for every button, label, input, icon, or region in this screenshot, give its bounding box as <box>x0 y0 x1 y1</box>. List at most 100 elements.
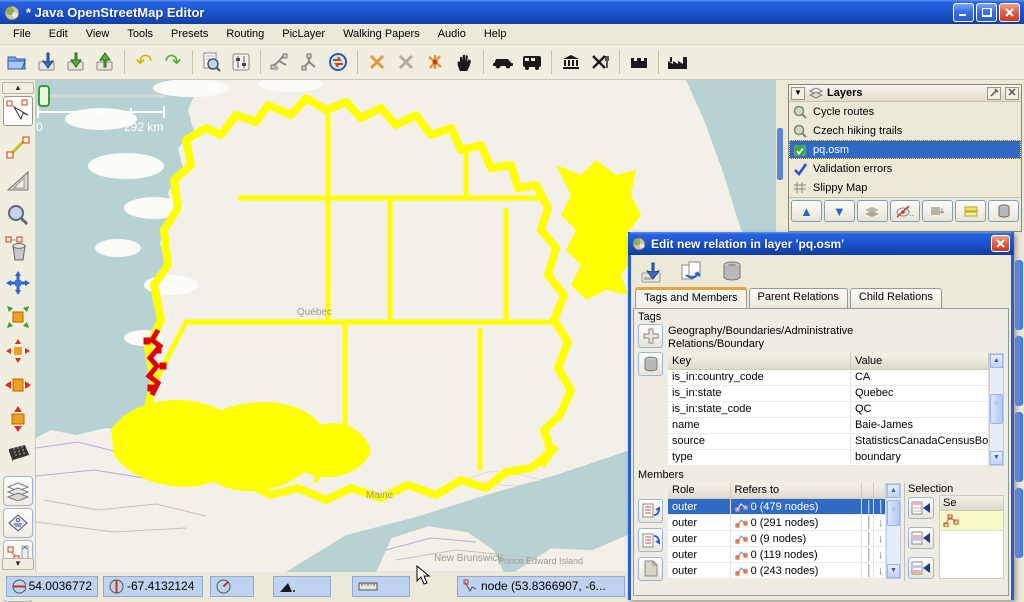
selection-way-cell[interactable] <box>940 511 1003 531</box>
angle-tool-button[interactable] <box>3 166 33 196</box>
layer-row-cycle-routes[interactable]: Cycle routes <box>789 102 1021 121</box>
layer-row-validation-errors[interactable]: Validation errors <box>789 159 1021 178</box>
selection-table[interactable]: Se <box>939 495 1004 579</box>
show-hide-button[interactable]: … <box>890 200 921 222</box>
redo-button[interactable]: ↷ <box>159 48 187 76</box>
collapsed-panel-strip[interactable] <box>1015 336 1023 406</box>
members-table-scrollbar[interactable]: ▲ ≡ ▼ <box>886 483 901 580</box>
add-selected-after-button[interactable] <box>908 557 934 579</box>
grid-tool-button[interactable] <box>3 438 33 468</box>
delete-tool-button[interactable] <box>3 234 33 264</box>
layer-row-czech-hiking[interactable]: Czech hiking trails <box>789 121 1021 140</box>
menu-piclayer[interactable]: PicLayer <box>273 25 334 43</box>
select-tool-button[interactable] <box>3 96 33 126</box>
undo-button[interactable]: ↶ <box>130 48 158 76</box>
member-row[interactable]: outer 0 (9 nodes)│↓ <box>668 531 885 547</box>
merge-layers-button[interactable] <box>857 200 888 222</box>
add-selected-at-start-button[interactable] <box>908 497 934 519</box>
download-button[interactable] <box>33 48 61 76</box>
tools-scroll-down-button[interactable]: ▼ <box>2 558 34 570</box>
move-node-tool-button[interactable] <box>3 336 33 366</box>
menu-presets[interactable]: Presets <box>162 25 217 43</box>
collapsed-panel-strip[interactable] <box>1015 488 1023 558</box>
bus-button[interactable] <box>518 48 546 76</box>
collapsed-panel-strip[interactable] <box>1015 260 1023 330</box>
tags-table[interactable]: KeyValue is_in:country_codeCA is_in:stat… <box>668 353 989 466</box>
menu-routing[interactable]: Routing <box>217 25 273 43</box>
tools-scroll-up-button[interactable]: ▲ <box>2 82 34 94</box>
zoom-tool-button[interactable] <box>3 200 33 230</box>
tags-table-scrollbar[interactable]: ▲ ≡ ▼ <box>989 353 1004 466</box>
scroll-down-arrow[interactable]: ▼ <box>990 451 1003 465</box>
layers-menu-button[interactable]: ▼ <box>791 87 805 100</box>
restaurant-button[interactable] <box>586 48 614 76</box>
layer-row-pq-osm[interactable]: pq.osm <box>789 140 1021 159</box>
tab-tags-and-members[interactable]: Tags and Members <box>635 287 747 308</box>
car-button[interactable] <box>489 48 517 76</box>
sticky-pin-button[interactable] <box>987 87 1001 100</box>
align-nodes-button[interactable] <box>392 48 420 76</box>
scale-tool-button[interactable] <box>3 302 33 332</box>
download-icon <box>640 261 664 283</box>
close-button[interactable] <box>999 3 1020 22</box>
tags-panel-toggle[interactable] <box>3 508 33 538</box>
minimize-button[interactable] <box>953 3 974 22</box>
layer-down-button[interactable]: ▼ <box>824 200 855 222</box>
tab-child-relations[interactable]: Child Relations <box>850 288 942 308</box>
add-tag-button[interactable] <box>638 324 663 348</box>
duplicate-relation-button[interactable] <box>677 258 707 286</box>
align-ways-button[interactable] <box>363 48 391 76</box>
add-selected-before-button[interactable] <box>908 527 934 549</box>
factory-button[interactable] <box>664 48 692 76</box>
move-tool-button[interactable] <box>3 268 33 298</box>
draw-tool-button[interactable] <box>3 132 33 162</box>
menu-walking-papers[interactable]: Walking Papers <box>334 25 429 43</box>
layers-panel-toggle[interactable] <box>3 476 33 506</box>
hand-button[interactable] <box>450 48 478 76</box>
preferences-button[interactable] <box>227 48 255 76</box>
scale-horizontal-tool-button[interactable] <box>3 370 33 400</box>
delete-tag-button[interactable] <box>638 352 663 376</box>
combine-way-button[interactable] <box>266 48 294 76</box>
layer-up-button[interactable]: ▲ <box>791 200 822 222</box>
layers-close-button[interactable] <box>1005 87 1019 100</box>
delete-layer-button[interactable] <box>988 200 1019 222</box>
apply-download-button[interactable] <box>637 258 667 286</box>
menu-file[interactable]: File <box>4 25 40 43</box>
tab-parent-relations[interactable]: Parent Relations <box>749 288 848 308</box>
scroll-up-arrow[interactable]: ▲ <box>887 484 900 498</box>
menu-tools[interactable]: Tools <box>118 25 162 43</box>
distribute-nodes-button[interactable] <box>421 48 449 76</box>
menu-edit[interactable]: Edit <box>40 25 77 43</box>
duplicate-layer-button[interactable] <box>955 200 986 222</box>
save-button[interactable] <box>62 48 90 76</box>
maximize-button[interactable] <box>976 3 997 22</box>
open-button[interactable] <box>4 48 32 76</box>
merge-nodes-button[interactable] <box>295 48 323 76</box>
delete-relation-button[interactable] <box>717 258 747 286</box>
scroll-down-arrow[interactable]: ▼ <box>887 564 900 578</box>
dialog-close-button[interactable] <box>991 235 1010 252</box>
copy-members-button[interactable] <box>638 557 663 581</box>
member-row[interactable]: outer 0 (291 nodes)│↓ <box>668 515 885 531</box>
synchronize-button[interactable] <box>324 48 352 76</box>
members-table[interactable]: RoleRefers to outer 0 (479 nodes)││ oute… <box>668 483 886 580</box>
member-row[interactable]: outer 0 (243 nodes)│↓ <box>668 563 885 579</box>
add-member-at-start-button[interactable] <box>638 499 663 523</box>
member-row[interactable]: outer 0 (479 nodes)││ <box>668 499 885 515</box>
menu-audio[interactable]: Audio <box>429 25 475 43</box>
download-view-button[interactable] <box>198 48 226 76</box>
scroll-up-arrow[interactable]: ▲ <box>990 354 1003 368</box>
upload-button[interactable] <box>91 48 119 76</box>
merge-down-button[interactable] <box>922 200 953 222</box>
castle-button[interactable] <box>625 48 653 76</box>
museum-button[interactable] <box>557 48 585 76</box>
member-row[interactable]: outer 0 (119 nodes)│↓ <box>668 547 885 563</box>
map-side-scrollbar-thumb[interactable] <box>777 128 783 180</box>
menu-view[interactable]: View <box>77 25 119 43</box>
collapsed-panel-strip[interactable] <box>1015 412 1023 482</box>
add-member-at-end-button[interactable] <box>638 528 663 552</box>
layer-row-slippy-map[interactable]: Slippy Map <box>789 178 1021 197</box>
scale-vertical-tool-button[interactable] <box>3 404 33 434</box>
menu-help[interactable]: Help <box>475 25 516 43</box>
